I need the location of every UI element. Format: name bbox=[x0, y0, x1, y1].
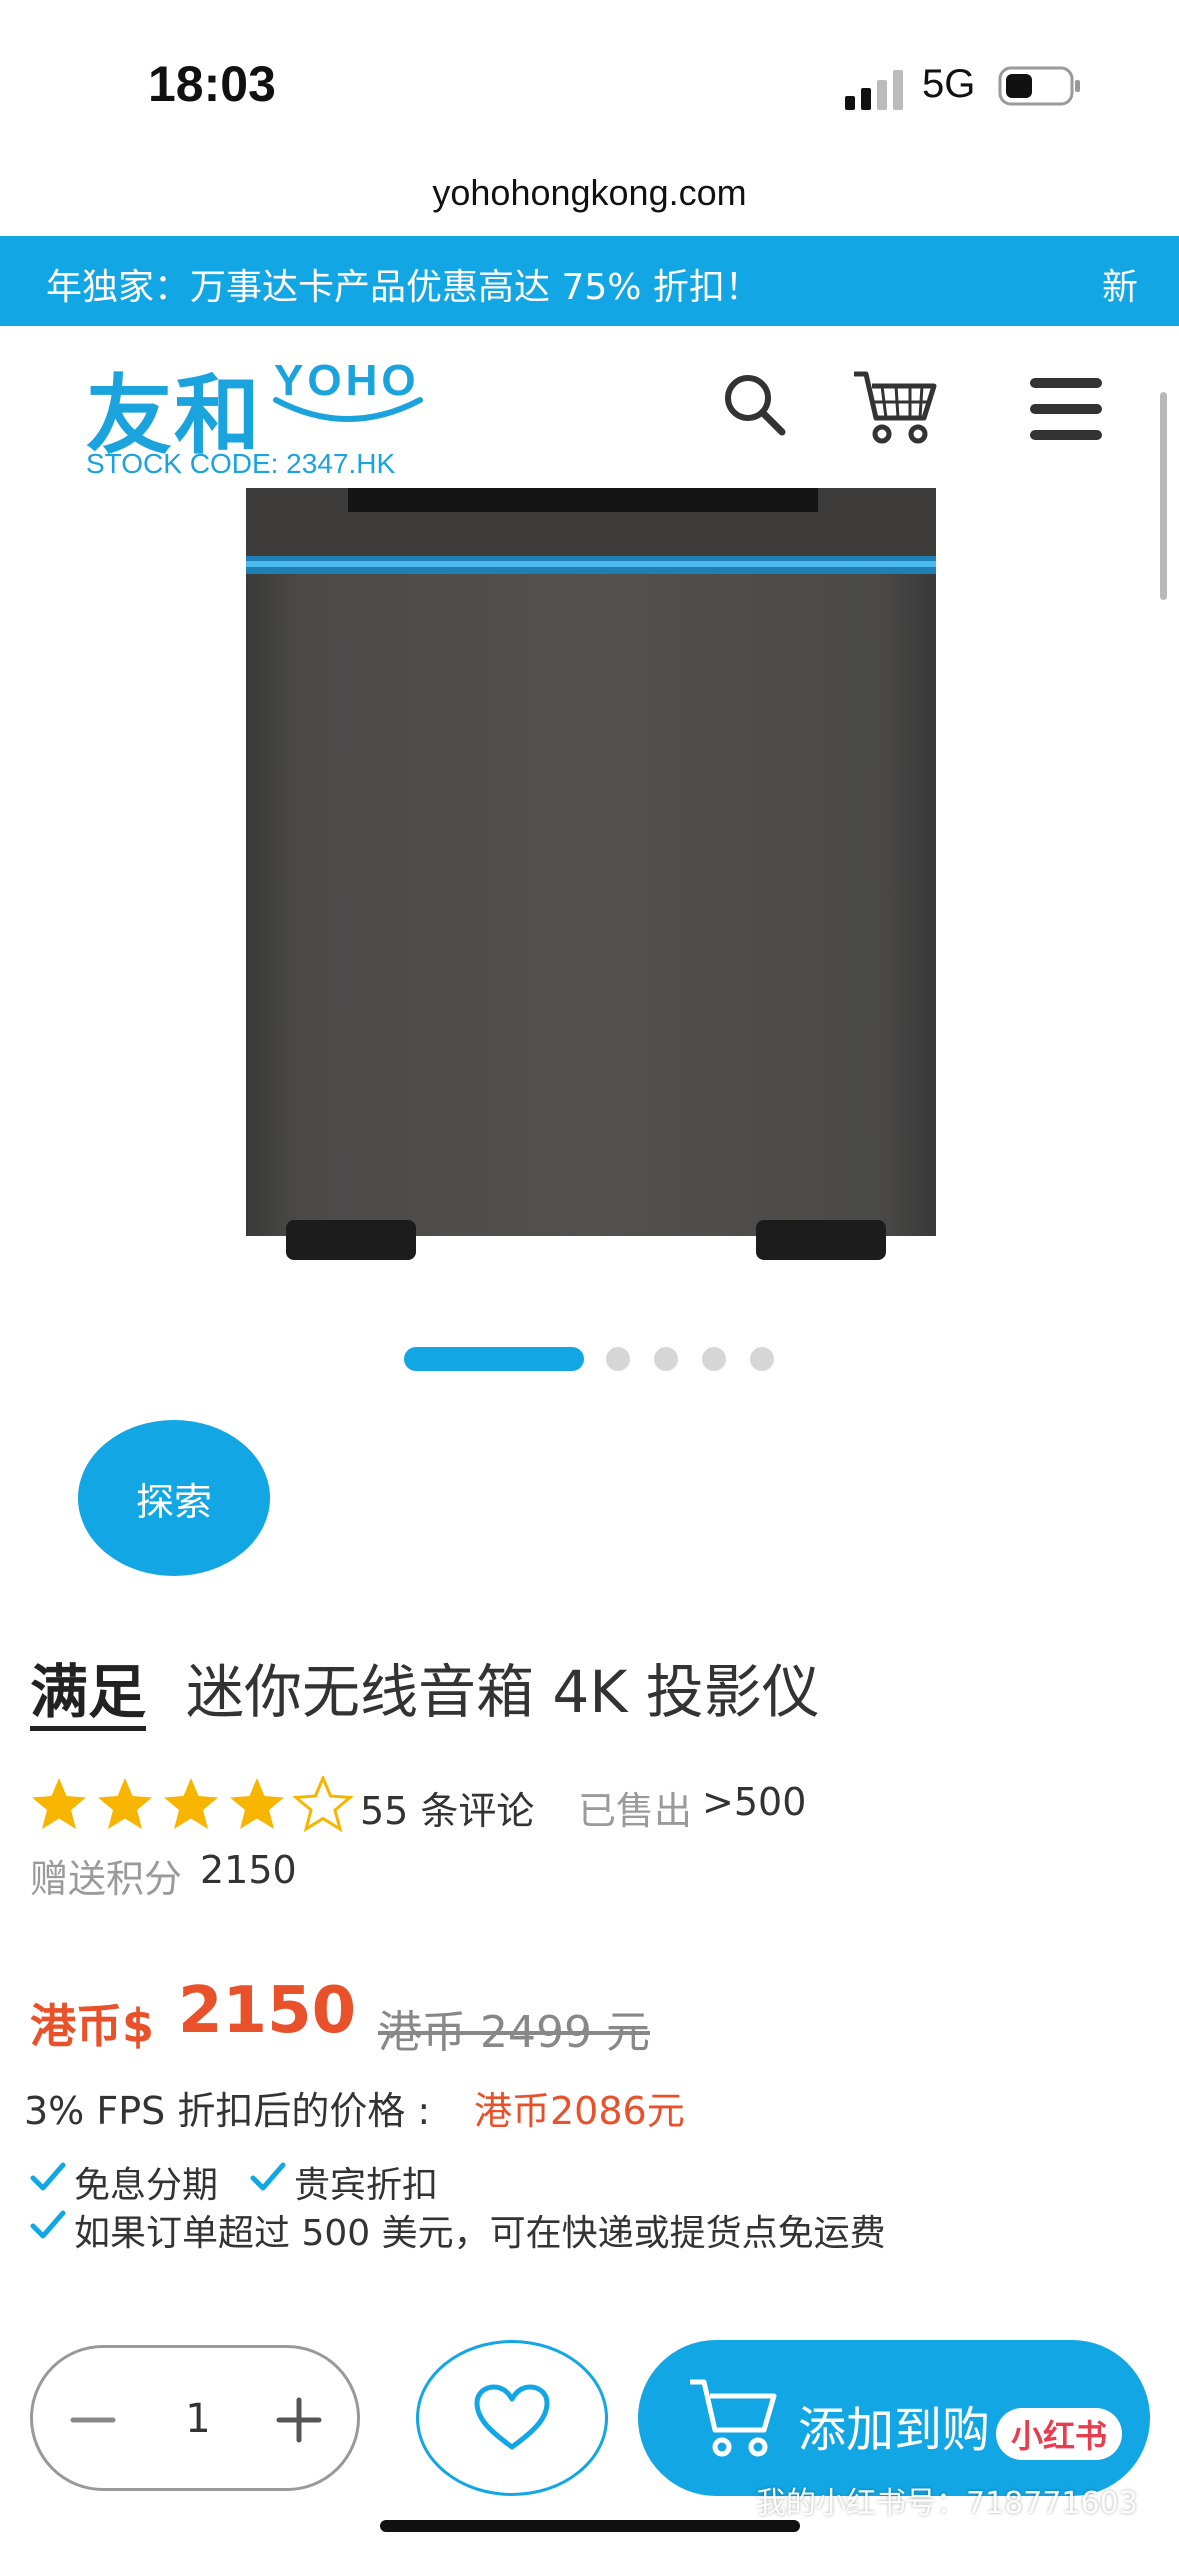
search-icon[interactable] bbox=[720, 370, 788, 438]
star-half-icon bbox=[294, 1776, 352, 1831]
logo-smile-icon bbox=[273, 397, 423, 422]
xiaohongshu-watermark-badge: 小红书 bbox=[996, 2408, 1122, 2460]
carousel-dot[interactable] bbox=[750, 1347, 774, 1371]
carousel-dot[interactable] bbox=[606, 1347, 630, 1371]
carousel-dot[interactable] bbox=[702, 1347, 726, 1371]
signal-icon bbox=[845, 70, 903, 110]
stock-code: STOCK CODE: 2347.HK bbox=[86, 448, 396, 479]
star-icon bbox=[98, 1778, 152, 1829]
battery-icon bbox=[998, 66, 1080, 106]
cart-icon bbox=[690, 2379, 777, 2457]
hamburger-menu-icon[interactable] bbox=[1028, 374, 1104, 444]
plus-icon[interactable] bbox=[267, 2388, 331, 2452]
cart-icon[interactable] bbox=[852, 368, 938, 444]
review-count-link[interactable]: 55 条评论 bbox=[360, 1780, 534, 1835]
page-scrollbar[interactable] bbox=[1160, 392, 1167, 600]
product-image[interactable] bbox=[238, 488, 942, 1274]
star-icon bbox=[164, 1778, 218, 1829]
home-indicator[interactable] bbox=[380, 2520, 800, 2532]
browser-url[interactable]: yohohongkong.com bbox=[0, 172, 1179, 214]
status-time: 18:03 bbox=[148, 56, 276, 112]
price-value: 2150 bbox=[178, 1974, 357, 2048]
points-value: 2150 bbox=[200, 1848, 297, 1892]
explore-button[interactable]: 探索 bbox=[78, 1420, 270, 1576]
check-icon bbox=[30, 2162, 66, 2191]
quantity-stepper: 1 bbox=[30, 2345, 360, 2491]
feature-free-shipping: 如果订单超过 500 美元，可在快递或提货点免运费 bbox=[74, 2213, 886, 2254]
promo-new-label: 新 bbox=[1102, 267, 1139, 308]
check-icon bbox=[30, 2210, 66, 2239]
heart-icon bbox=[474, 2384, 550, 2450]
product-title: 迷你无线音箱 4K 投影仪 bbox=[186, 1658, 820, 1726]
fps-discount-label: 3% FPS 折扣后的价格 : bbox=[24, 2089, 431, 2133]
check-icon bbox=[250, 2162, 286, 2191]
feature-installment: 免息分期 bbox=[74, 2165, 219, 2206]
promo-text: 年独家：万事达卡产品优惠高达 75% 折扣！ bbox=[46, 267, 761, 308]
fps-discount-price: 港币2086元 bbox=[474, 2089, 685, 2133]
price-currency: 港币$ bbox=[30, 1999, 155, 2053]
network-type: 5G bbox=[922, 62, 976, 106]
sold-label: 已售出 bbox=[578, 1789, 693, 1833]
feature-vip-discount: 贵宾折扣 bbox=[294, 2165, 439, 2206]
wishlist-button[interactable] bbox=[416, 2340, 608, 2496]
carousel-dot-active[interactable] bbox=[404, 1347, 584, 1371]
add-to-cart-label: 添加到购 bbox=[798, 2402, 991, 2458]
points-label: 赠送积分 bbox=[30, 1857, 183, 1901]
star-icon bbox=[32, 1778, 86, 1829]
rating-stars[interactable] bbox=[30, 1776, 360, 1834]
carousel-dot[interactable] bbox=[654, 1347, 678, 1371]
sold-value: >500 bbox=[702, 1780, 807, 1824]
product-brand[interactable]: 满足 bbox=[30, 1660, 147, 1731]
original-price: 港币 2499 元 bbox=[378, 2007, 650, 2058]
promo-banner[interactable]: 年独家：万事达卡产品优惠高达 75% 折扣！ 新 bbox=[0, 236, 1179, 326]
star-icon bbox=[230, 1778, 284, 1829]
xiaohongshu-watermark-id: 我的小红书号：718771603 bbox=[756, 2486, 1138, 2521]
